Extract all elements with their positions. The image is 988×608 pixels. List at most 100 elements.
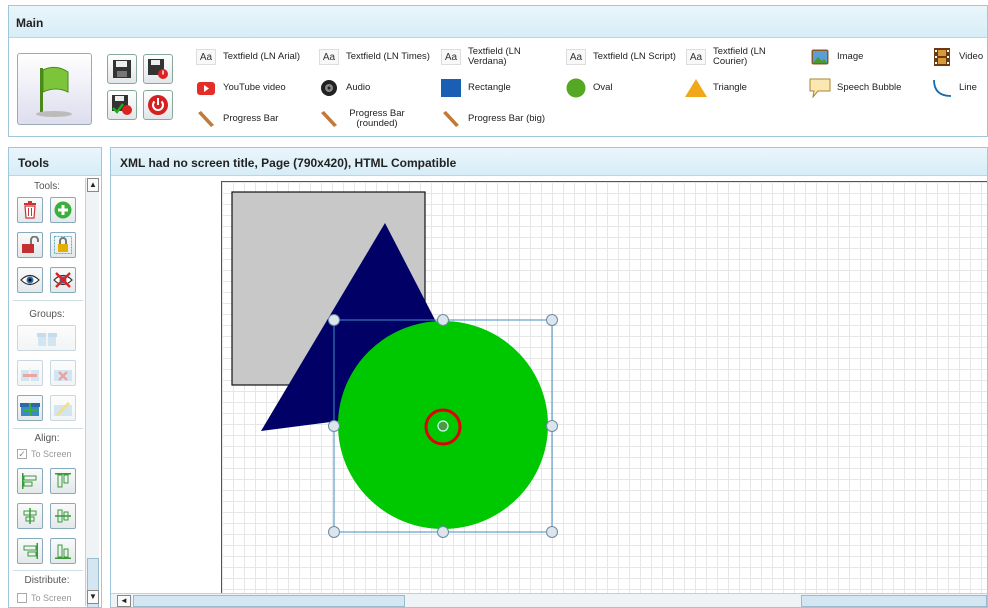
widget-progress-bar[interactable]: Progress Bar (195, 105, 278, 133)
textfield-icon: Aa (440, 48, 462, 66)
power-button[interactable] (143, 90, 173, 120)
align-right-button[interactable] (17, 538, 43, 564)
widget-line[interactable]: Line (931, 74, 977, 102)
widget-label: YouTube video (223, 82, 286, 93)
widget-textfield-arial[interactable]: Aa Textfield (LN Arial) (195, 43, 300, 71)
canvas-shapes (231, 191, 558, 538)
lock-icon (54, 236, 72, 254)
youtube-icon (195, 79, 217, 97)
widget-video[interactable]: Video (931, 43, 983, 71)
add-button[interactable] (50, 197, 76, 223)
widget-label: Video (959, 51, 984, 62)
resize-handle-top-left[interactable] (328, 314, 340, 326)
widget-progress-bar-rounded[interactable]: Progress Bar (rounded) (318, 105, 428, 133)
widget-youtube[interactable]: YouTube video (195, 74, 286, 102)
scroll-down-icon[interactable]: ▼ (87, 590, 99, 604)
align-top-button[interactable] (50, 468, 76, 494)
widget-label: Progress Bar (rounded) (349, 108, 405, 129)
flag-icon (36, 66, 72, 117)
align-center-h-icon (23, 508, 37, 524)
resize-handle-bottom[interactable] (437, 526, 449, 538)
widget-audio[interactable]: Audio (318, 74, 370, 102)
add-to-group-button[interactable] (17, 395, 43, 421)
scroll-track-segment (801, 595, 987, 607)
widget-progress-bar-big[interactable]: Progress Bar (big) (440, 105, 545, 133)
tools-panel-title: Tools (9, 148, 101, 176)
align-left-icon (22, 473, 37, 489)
resize-handle-right[interactable] (546, 420, 558, 432)
eye-icon (20, 274, 40, 286)
ungroup-button[interactable] (17, 360, 43, 386)
widget-triangle[interactable]: Triangle (685, 74, 747, 102)
unlock-icon (22, 236, 39, 253)
align-bottom-button[interactable] (50, 538, 76, 564)
resize-handle-top-right[interactable] (546, 314, 558, 326)
widget-label: Audio (346, 82, 371, 93)
save-button[interactable] (107, 54, 137, 84)
main-panel-title: Main (9, 6, 987, 38)
widget-textfield-times[interactable]: Aa Textfield (LN Times) (318, 43, 430, 71)
widget-rectangle[interactable]: Rectangle (440, 74, 511, 102)
widget-textfield-script[interactable]: Aa Textfield (LN Script) (565, 43, 676, 71)
center-move-handle[interactable] (437, 420, 449, 432)
canvas-panel: XML had no screen title, Page (790x420),… (110, 147, 988, 608)
align-right-icon (23, 543, 38, 559)
flag-button[interactable] (17, 53, 92, 125)
canvas-area[interactable] (111, 177, 987, 593)
speech-bubble-icon (809, 78, 831, 98)
widget-label: Speech Bubble (837, 82, 902, 93)
align-left-button[interactable] (17, 468, 43, 494)
resize-handle-bottom-right[interactable] (546, 526, 558, 538)
widget-label: Line (959, 82, 977, 93)
to-screen-label: To Screen (31, 593, 72, 603)
divider (13, 428, 83, 429)
progress-bar-icon (195, 110, 217, 128)
scroll-left-icon[interactable]: ◄ (117, 595, 131, 607)
widget-label: Textfield (LN Times) (346, 51, 430, 62)
floppy-icon (113, 60, 131, 78)
resize-handle-left[interactable] (328, 420, 340, 432)
textfield-icon: Aa (195, 48, 217, 66)
scroll-thumb[interactable] (133, 595, 405, 607)
distribute-to-screen-checkbox[interactable]: To Screen (17, 593, 72, 603)
widget-image[interactable]: Image (809, 43, 863, 71)
widget-textfield-verdana[interactable]: Aa Textfield (LN Verdana) (440, 43, 550, 71)
image-icon (809, 48, 831, 66)
groups-section-label: Groups: (29, 309, 65, 320)
edit-group-button[interactable] (50, 395, 76, 421)
lock-button[interactable] (50, 232, 76, 258)
delete-group-button[interactable] (50, 360, 76, 386)
video-icon (931, 48, 953, 66)
oval-icon (565, 78, 587, 98)
widget-speech-bubble[interactable]: Speech Bubble (809, 74, 901, 102)
floppy-power-icon (148, 59, 168, 79)
progress-bar-icon (318, 110, 340, 128)
main-panel: Main Aa Textfield (LN Arial) Aa Textfiel… (8, 5, 988, 137)
group-button[interactable] (17, 325, 76, 351)
widget-label: Textfield (LN Courier) (713, 46, 766, 67)
save-and-close-button[interactable] (143, 54, 173, 84)
divider (13, 300, 83, 301)
widget-label: Triangle (713, 82, 747, 93)
widget-textfield-courier[interactable]: Aa Textfield (LN Courier) (685, 43, 795, 71)
align-center-vertical-button[interactable] (50, 503, 76, 529)
widget-label: Progress Bar (223, 113, 279, 124)
rectangle-icon (440, 79, 462, 97)
hide-button[interactable] (50, 267, 76, 293)
resize-handle-top[interactable] (437, 314, 449, 326)
line-icon (931, 79, 953, 97)
power-icon (148, 95, 168, 115)
align-to-screen-checkbox[interactable]: ✓ To Screen (17, 449, 72, 459)
resize-handle-bottom-left[interactable] (328, 526, 340, 538)
unlock-button[interactable] (17, 232, 43, 258)
save-check-close-button[interactable] (107, 90, 137, 120)
canvas-horizontal-scrollbar[interactable]: ◄ (111, 593, 987, 607)
widget-oval[interactable]: Oval (565, 74, 613, 102)
tools-vertical-scrollbar[interactable]: ▲ ▼ (85, 178, 99, 608)
scroll-up-icon[interactable]: ▲ (87, 178, 99, 192)
show-button[interactable] (17, 267, 43, 293)
divider (13, 570, 83, 571)
eye-hidden-icon (53, 272, 73, 288)
delete-button[interactable] (17, 197, 43, 223)
align-center-horizontal-button[interactable] (17, 503, 43, 529)
